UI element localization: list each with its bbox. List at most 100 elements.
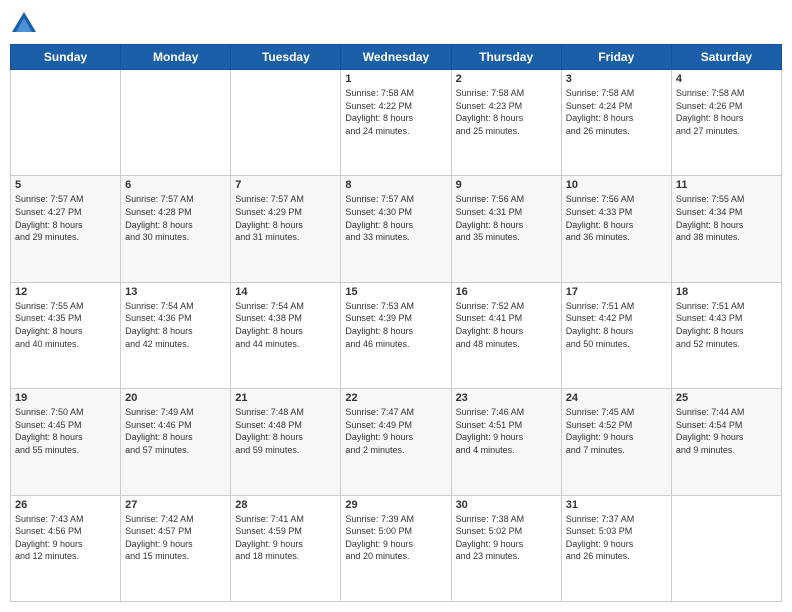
calendar-week-4: 26 Sunrise: 7:43 AM Sunset: 4:56 PM Dayli… xyxy=(11,495,782,601)
day-number: 7 xyxy=(235,179,336,191)
logo-icon xyxy=(10,10,38,38)
calendar-cell: 5Sunrise: 7:57 AM Sunset: 4:27 PM Daylig… xyxy=(11,176,121,282)
day-info: Sunrise: 7:49 AM Sunset: 4:46 PM Dayligh… xyxy=(125,406,226,456)
day-info: Sunrise: 7:57 AM Sunset: 4:29 PM Dayligh… xyxy=(235,193,336,243)
calendar-cell xyxy=(11,70,121,176)
calendar-cell: 23Sunrise: 7:46 AM Sunset: 4:51 PM Dayli… xyxy=(451,389,561,495)
calendar-cell: 16 Sunrise: 7:52 AM Sunset: 4:41 PM Dayli… xyxy=(451,282,561,388)
calendar-cell: 2 Sunrise: 7:58 AM Sunset: 4:23 PM Daylig… xyxy=(451,70,561,176)
day-info: Sunrise: 7:54 AM Sunset: 4:38 PM Dayligh… xyxy=(235,300,336,350)
day-info: Sunrise: 7:57 AM Sunset: 4:28 PM Dayligh… xyxy=(125,193,226,243)
day-number: 6 xyxy=(125,179,226,191)
day-number: 19 xyxy=(15,392,116,404)
calendar-cell: 9 Sunrise: 7:56 AM Sunset: 4:31 PM Daylig… xyxy=(451,176,561,282)
day-info: Sunrise: 7:47 AM Sunset: 4:49 PM Dayligh… xyxy=(345,406,446,456)
header-monday: Monday xyxy=(121,45,231,70)
calendar-cell: 19 Sunrise: 7:50 AM Sunset: 4:45 PM Dayli… xyxy=(11,389,121,495)
day-info: Sunrise: 7:58 AM Sunset: 4:24 PM Dayligh… xyxy=(566,87,667,137)
calendar-table: Sunday Monday Tuesday Wednesday Thursday… xyxy=(10,44,782,602)
day-number: 26 xyxy=(15,499,116,511)
calendar-cell: 7 Sunrise: 7:57 AM Sunset: 4:29 PM Daylig… xyxy=(231,176,341,282)
day-info: Sunrise: 7:38 AM Sunset: 5:02 PM Dayligh… xyxy=(456,513,557,563)
calendar-cell xyxy=(671,495,781,601)
calendar-cell: 29 Sunrise: 7:39 AM Sunset: 5:00 PM Dayli… xyxy=(341,495,451,601)
day-info: Sunrise: 7:56 AM Sunset: 4:33 PM Dayligh… xyxy=(566,193,667,243)
calendar-cell: 20 Sunrise: 7:49 AM Sunset: 4:46 PM Dayli… xyxy=(121,389,231,495)
day-number: 16 xyxy=(456,286,557,298)
calendar-cell: 10 Sunrise: 7:56 AM Sunset: 4:33 PM Dayli… xyxy=(561,176,671,282)
calendar-header: Sunday Monday Tuesday Wednesday Thursday… xyxy=(11,45,782,70)
page: Sunday Monday Tuesday Wednesday Thursday… xyxy=(0,0,792,612)
calendar-cell: 17 Sunrise: 7:51 AM Sunset: 4:42 PM Dayli… xyxy=(561,282,671,388)
calendar-cell: 1Sunrise: 7:58 AM Sunset: 4:22 PM Daylig… xyxy=(341,70,451,176)
day-info: Sunrise: 7:54 AM Sunset: 4:36 PM Dayligh… xyxy=(125,300,226,350)
logo xyxy=(10,10,42,38)
calendar-cell: 12 Sunrise: 7:55 AM Sunset: 4:35 PM Dayli… xyxy=(11,282,121,388)
calendar-week-2: 12 Sunrise: 7:55 AM Sunset: 4:35 PM Dayli… xyxy=(11,282,782,388)
day-info: Sunrise: 7:58 AM Sunset: 4:23 PM Dayligh… xyxy=(456,87,557,137)
day-number: 8 xyxy=(345,179,446,191)
calendar-cell: 31 Sunrise: 7:37 AM Sunset: 5:03 PM Dayli… xyxy=(561,495,671,601)
calendar-body: 1Sunrise: 7:58 AM Sunset: 4:22 PM Daylig… xyxy=(11,70,782,602)
day-info: Sunrise: 7:41 AM Sunset: 4:59 PM Dayligh… xyxy=(235,513,336,563)
calendar-cell: 13Sunrise: 7:54 AM Sunset: 4:36 PM Dayli… xyxy=(121,282,231,388)
day-info: Sunrise: 7:58 AM Sunset: 4:22 PM Dayligh… xyxy=(345,87,446,137)
calendar-cell: 28 Sunrise: 7:41 AM Sunset: 4:59 PM Dayli… xyxy=(231,495,341,601)
day-info: Sunrise: 7:43 AM Sunset: 4:56 PM Dayligh… xyxy=(15,513,116,563)
calendar-cell: 22 Sunrise: 7:47 AM Sunset: 4:49 PM Dayli… xyxy=(341,389,451,495)
day-number: 10 xyxy=(566,179,667,191)
day-info: Sunrise: 7:52 AM Sunset: 4:41 PM Dayligh… xyxy=(456,300,557,350)
day-info: Sunrise: 7:45 AM Sunset: 4:52 PM Dayligh… xyxy=(566,406,667,456)
calendar-cell: 25 Sunrise: 7:44 AM Sunset: 4:54 PM Dayli… xyxy=(671,389,781,495)
calendar-cell: 14Sunrise: 7:54 AM Sunset: 4:38 PM Dayli… xyxy=(231,282,341,388)
day-info: Sunrise: 7:46 AM Sunset: 4:51 PM Dayligh… xyxy=(456,406,557,456)
calendar-week-0: 1Sunrise: 7:58 AM Sunset: 4:22 PM Daylig… xyxy=(11,70,782,176)
day-number: 18 xyxy=(676,286,777,298)
day-info: Sunrise: 7:55 AM Sunset: 4:35 PM Dayligh… xyxy=(15,300,116,350)
calendar-cell: 6 Sunrise: 7:57 AM Sunset: 4:28 PM Daylig… xyxy=(121,176,231,282)
day-number: 2 xyxy=(456,73,557,85)
day-info: Sunrise: 7:51 AM Sunset: 4:42 PM Dayligh… xyxy=(566,300,667,350)
day-info: Sunrise: 7:57 AM Sunset: 4:27 PM Dayligh… xyxy=(15,193,116,243)
header-saturday: Saturday xyxy=(671,45,781,70)
day-number: 20 xyxy=(125,392,226,404)
calendar-cell: 24Sunrise: 7:45 AM Sunset: 4:52 PM Dayli… xyxy=(561,389,671,495)
day-info: Sunrise: 7:39 AM Sunset: 5:00 PM Dayligh… xyxy=(345,513,446,563)
day-number: 22 xyxy=(345,392,446,404)
header-tuesday: Tuesday xyxy=(231,45,341,70)
day-info: Sunrise: 7:51 AM Sunset: 4:43 PM Dayligh… xyxy=(676,300,777,350)
calendar-cell: 11 Sunrise: 7:55 AM Sunset: 4:34 PM Dayli… xyxy=(671,176,781,282)
day-number: 27 xyxy=(125,499,226,511)
day-number: 31 xyxy=(566,499,667,511)
day-number: 12 xyxy=(15,286,116,298)
header-wednesday: Wednesday xyxy=(341,45,451,70)
day-number: 9 xyxy=(456,179,557,191)
day-info: Sunrise: 7:57 AM Sunset: 4:30 PM Dayligh… xyxy=(345,193,446,243)
header-thursday: Thursday xyxy=(451,45,561,70)
header xyxy=(10,10,782,38)
day-number: 21 xyxy=(235,392,336,404)
calendar-cell: 26 Sunrise: 7:43 AM Sunset: 4:56 PM Dayli… xyxy=(11,495,121,601)
day-number: 29 xyxy=(345,499,446,511)
day-info: Sunrise: 7:37 AM Sunset: 5:03 PM Dayligh… xyxy=(566,513,667,563)
day-number: 3 xyxy=(566,73,667,85)
calendar-cell xyxy=(231,70,341,176)
day-number: 30 xyxy=(456,499,557,511)
day-number: 25 xyxy=(676,392,777,404)
day-info: Sunrise: 7:44 AM Sunset: 4:54 PM Dayligh… xyxy=(676,406,777,456)
calendar-cell: 15Sunrise: 7:53 AM Sunset: 4:39 PM Dayli… xyxy=(341,282,451,388)
day-number: 17 xyxy=(566,286,667,298)
day-info: Sunrise: 7:42 AM Sunset: 4:57 PM Dayligh… xyxy=(125,513,226,563)
day-info: Sunrise: 7:56 AM Sunset: 4:31 PM Dayligh… xyxy=(456,193,557,243)
day-number: 11 xyxy=(676,179,777,191)
day-info: Sunrise: 7:50 AM Sunset: 4:45 PM Dayligh… xyxy=(15,406,116,456)
day-info: Sunrise: 7:55 AM Sunset: 4:34 PM Dayligh… xyxy=(676,193,777,243)
day-info: Sunrise: 7:48 AM Sunset: 4:48 PM Dayligh… xyxy=(235,406,336,456)
calendar-week-3: 19 Sunrise: 7:50 AM Sunset: 4:45 PM Dayli… xyxy=(11,389,782,495)
day-header-row: Sunday Monday Tuesday Wednesday Thursday… xyxy=(11,45,782,70)
day-number: 4 xyxy=(676,73,777,85)
day-number: 28 xyxy=(235,499,336,511)
calendar-cell: 18 Sunrise: 7:51 AM Sunset: 4:43 PM Dayli… xyxy=(671,282,781,388)
header-sunday: Sunday xyxy=(11,45,121,70)
calendar-cell: 8 Sunrise: 7:57 AM Sunset: 4:30 PM Daylig… xyxy=(341,176,451,282)
